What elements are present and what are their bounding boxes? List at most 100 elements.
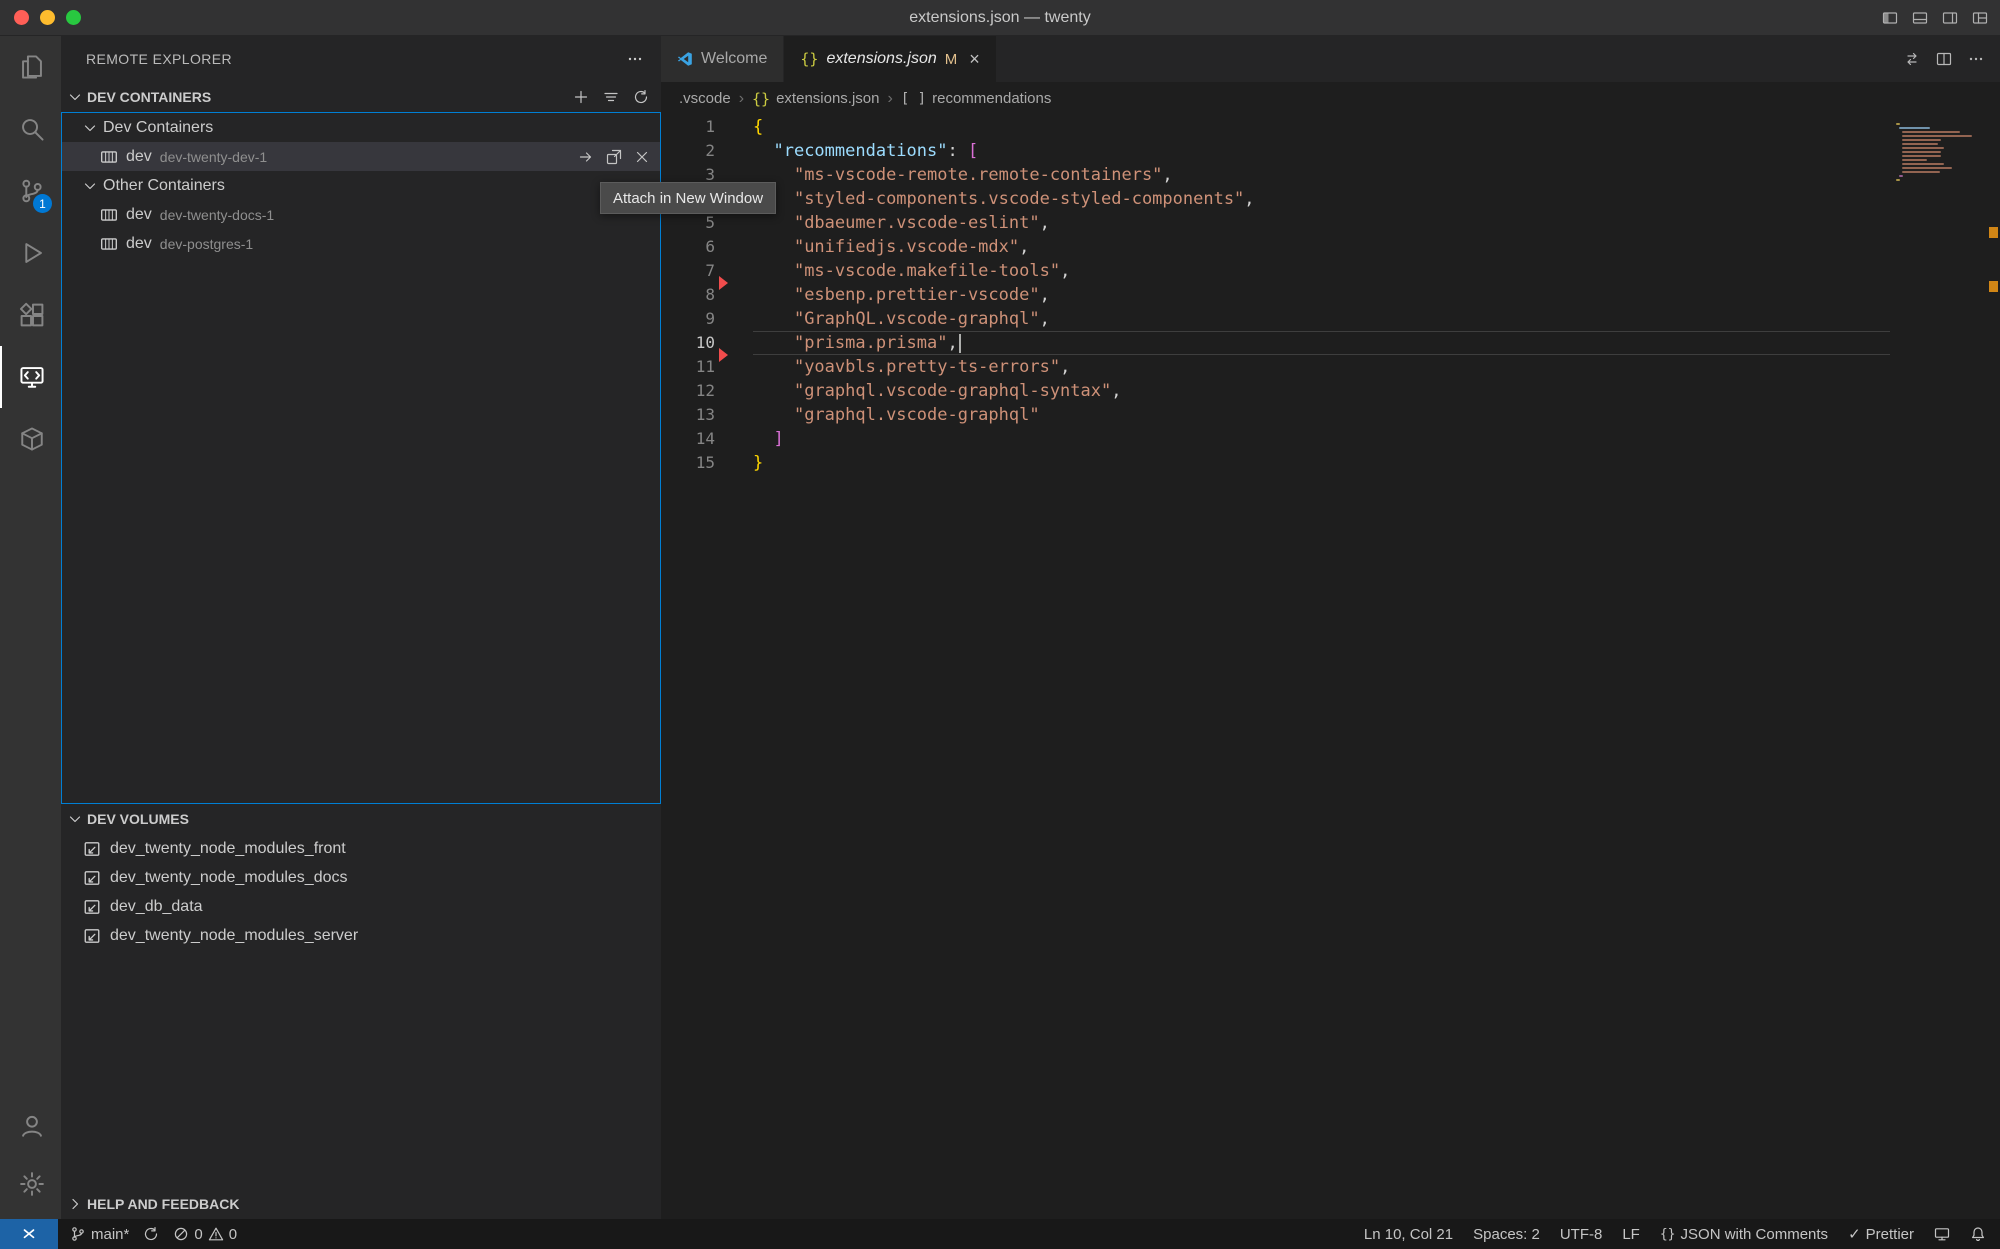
volume-item-dev_twenty_node_modules_front[interactable]: dev_twenty_node_modules_front	[61, 834, 661, 863]
error-count: 0	[194, 1226, 202, 1243]
toggle-primary-sidebar-icon[interactable]	[1882, 10, 1898, 26]
container-item-dev-twenty-dev-1[interactable]: devdev-twenty-dev-1	[62, 142, 660, 171]
tree-group-dev-containers[interactable]: Dev Containers	[62, 113, 660, 142]
breadcrumb-symbol[interactable]: [ ] recommendations	[901, 90, 1052, 107]
close-tab-icon[interactable]: ×	[969, 49, 980, 70]
code-line-14[interactable]: 14 ]	[661, 427, 2000, 451]
breadcrumb-folder[interactable]: .vscode	[679, 90, 731, 107]
tab-extensions-json[interactable]: {} extensions.json M ×	[784, 36, 996, 82]
close-window-button[interactable]	[14, 10, 29, 25]
refresh-icon[interactable]	[633, 89, 649, 105]
code-line-8[interactable]: 8 "esbenp.prettier-vscode",	[661, 283, 2000, 307]
code-text: "yoavbls.pretty-ts-errors",	[753, 355, 1070, 379]
code-line-11[interactable]: 11 "yoavbls.pretty-ts-errors",	[661, 355, 2000, 379]
extensions-icon	[19, 302, 45, 328]
remote-window-icon	[20, 1225, 38, 1243]
editor-more-actions-icon[interactable]	[1968, 51, 1984, 67]
cursor-position[interactable]: Ln 10, Col 21	[1364, 1226, 1453, 1243]
code-editor[interactable]: 1{2 "recommendations": [3 "ms-vscode-rem…	[661, 115, 2000, 1219]
line-number: 1	[661, 115, 715, 139]
code-line-5[interactable]: 5 "dbaeumer.vscode-eslint",	[661, 211, 2000, 235]
accounts-button[interactable]	[0, 1097, 61, 1155]
problems-status[interactable]: 0 0	[173, 1226, 237, 1243]
breadcrumb: .vscode › {} extensions.json › [ ] recom…	[661, 82, 2000, 115]
activity-run-debug[interactable]	[0, 222, 61, 284]
code-text: "ms-vscode.makefile-tools",	[753, 259, 1070, 283]
code-line-12[interactable]: 12 "graphql.vscode-graphql-syntax",	[661, 379, 2000, 403]
dev-volumes-section-header[interactable]: DEV VOLUMES	[61, 804, 661, 834]
toggle-secondary-sidebar-icon[interactable]	[1942, 10, 1958, 26]
open-changes-icon[interactable]	[1904, 51, 1920, 67]
activity-source-control[interactable]: 1	[0, 160, 61, 222]
minimap-line	[1902, 131, 1959, 133]
code-line-4[interactable]: 4 "styled-components.vscode-styled-compo…	[661, 187, 2000, 211]
code-line-13[interactable]: 13 "graphql.vscode-graphql"	[661, 403, 2000, 427]
code-line-2[interactable]: 2 "recommendations": [	[661, 139, 2000, 163]
zoom-window-button[interactable]	[66, 10, 81, 25]
activity-extensions[interactable]	[0, 284, 61, 346]
settings-button[interactable]	[0, 1155, 61, 1213]
editor-actions	[1904, 36, 2000, 82]
code-line-3[interactable]: 3 "ms-vscode-remote.remote-containers",	[661, 163, 2000, 187]
remote-indicator[interactable]	[0, 1219, 58, 1249]
code-line-10[interactable]: 10 "prisma.prisma",	[661, 331, 2000, 355]
stop-container-icon[interactable]	[634, 149, 650, 165]
container-item-dev-postgres-1[interactable]: devdev-postgres-1	[62, 229, 660, 258]
formatter-status[interactable]: ✓ Prettier	[1848, 1225, 1914, 1243]
filter-list-icon[interactable]	[603, 89, 619, 105]
container-name: dev	[126, 206, 152, 224]
code-line-1[interactable]: 1{	[661, 115, 2000, 139]
language-mode[interactable]: {} JSON with Comments	[1660, 1226, 1828, 1243]
line-number: 6	[661, 235, 715, 259]
breadcrumb-file[interactable]: {} extensions.json	[752, 90, 879, 108]
code-line-7[interactable]: 7 "ms-vscode.makefile-tools",	[661, 259, 2000, 283]
eol-status[interactable]: LF	[1622, 1226, 1640, 1243]
code-line-15[interactable]: 15}	[661, 451, 2000, 475]
git-branch-status[interactable]: main*	[70, 1226, 129, 1243]
views-more-actions-icon[interactable]	[627, 51, 643, 67]
line-number: 14	[661, 427, 715, 451]
customize-layout-icon[interactable]	[1972, 10, 1988, 26]
activity-search[interactable]	[0, 98, 61, 160]
workbench: 1 REMOTE EXPLORER DEV CONTAINERS	[0, 36, 2000, 1219]
minimap-line	[1902, 155, 1941, 157]
attach-new-window-icon[interactable]	[606, 149, 622, 165]
tree-group-other-containers[interactable]: Other Containers	[62, 171, 660, 200]
code-text: "graphql.vscode-graphql"	[753, 403, 1040, 427]
minimap-line	[1902, 151, 1941, 153]
volume-item-dev_db_data[interactable]: dev_db_data	[61, 892, 661, 921]
json-file-icon: {}	[800, 50, 818, 68]
code-text: "prisma.prisma",	[753, 331, 961, 355]
tab-label: Welcome	[701, 50, 767, 68]
encoding-status[interactable]: UTF-8	[1560, 1226, 1603, 1243]
dev-containers-section-header[interactable]: DEV CONTAINERS	[61, 82, 661, 112]
code-line-9[interactable]: 9 "GraphQL.vscode-graphql",	[661, 307, 2000, 331]
container-item-dev-twenty-docs-1[interactable]: devdev-twenty-docs-1	[62, 200, 660, 229]
minimap-line	[1902, 139, 1941, 141]
notifications-button[interactable]	[1970, 1226, 1986, 1242]
attach-container-icon[interactable]	[578, 149, 594, 165]
toggle-panel-icon[interactable]	[1912, 10, 1928, 26]
minimap-line	[1902, 167, 1952, 169]
activity-remote-explorer[interactable]	[0, 346, 61, 408]
sidebar-titlebar: REMOTE EXPLORER	[61, 36, 661, 82]
line-number: 11	[661, 355, 715, 379]
add-container-icon[interactable]	[573, 89, 589, 105]
feedback-button[interactable]	[1934, 1226, 1950, 1242]
tab-welcome[interactable]: Welcome	[661, 36, 784, 82]
indentation-status[interactable]: Spaces: 2	[1473, 1226, 1540, 1243]
help-feedback-section-header[interactable]: HELP AND FEEDBACK	[61, 1189, 661, 1219]
volume-item-dev_twenty_node_modules_server[interactable]: dev_twenty_node_modules_server	[61, 921, 661, 950]
gutter-marker-zone	[715, 259, 753, 283]
code-line-6[interactable]: 6 "unifiedjs.vscode-mdx",	[661, 235, 2000, 259]
gutter-marker-zone	[715, 307, 753, 331]
sync-changes-button[interactable]	[143, 1226, 159, 1242]
split-editor-icon[interactable]	[1936, 51, 1952, 67]
activity-explorer[interactable]	[0, 36, 61, 98]
json-language-icon: {}	[1660, 1227, 1676, 1242]
minimize-window-button[interactable]	[40, 10, 55, 25]
activity-containers[interactable]	[0, 408, 61, 470]
volume-item-dev_twenty_node_modules_docs[interactable]: dev_twenty_node_modules_docs	[61, 863, 661, 892]
json-file-icon: {}	[752, 90, 770, 108]
minimap[interactable]	[1896, 123, 1984, 183]
